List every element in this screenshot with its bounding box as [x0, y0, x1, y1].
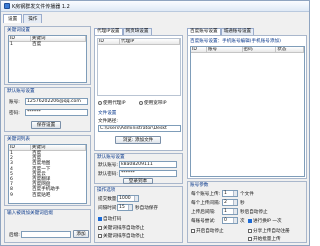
default-account-panel: 默认账号设置 默认账号: k8a08209111 默认密码: ****** 登录…	[94, 153, 183, 184]
tab-operation[interactable]: 操作	[23, 14, 43, 23]
proxy-tabs: 代理IP设置 网页缺设置	[94, 28, 152, 35]
batch-upload-checkbox[interactable]: 开始批量上传	[248, 236, 281, 242]
auto-register-checkbox[interactable]: 分享上传自动注册	[248, 228, 290, 234]
tab-settings[interactable]: 设置	[3, 14, 23, 23]
list-item[interactable]: 9 百度贴吧	[9, 193, 86, 198]
use-proxy-radio[interactable]: 使用代理IP	[98, 100, 126, 106]
keyword-panel-title: 关键词设置	[6, 27, 31, 34]
retries-unit: 次	[240, 219, 245, 224]
account-input[interactable]: 12576202206@qq.com	[25, 98, 88, 105]
switch-ip-checkbox[interactable]: 进行换IP 一次	[248, 218, 282, 224]
tab-web-settings[interactable]: 网页缺设置	[122, 28, 152, 35]
account-list-panel: 百度账号设置：手机账号编辑(手机账号添加) ID 账号 密码 状态	[187, 35, 307, 179]
default-account-title: 默认账号设置	[96, 154, 126, 161]
default-account-label: 默认账号:	[98, 163, 118, 168]
stop-option-1-checkbox[interactable]: 关键词排序自动停止	[98, 225, 144, 231]
upload-rate-stepper[interactable]: 1	[222, 208, 238, 215]
tab-baidu-account[interactable]: 百度账号设置	[187, 28, 221, 35]
upload-rate-label: 上传后间隔:	[191, 210, 216, 215]
login-button[interactable]: 登录到本	[123, 178, 153, 184]
proxy-list-header: ID 代理IP	[98, 39, 180, 45]
use-web-ip-radio[interactable]: 使用宽带IP	[139, 100, 167, 106]
file-path-label: 文件路径:	[98, 119, 118, 124]
keyword-list-title: 关键词列表	[6, 136, 31, 143]
password-label: 密码:	[9, 111, 20, 116]
account-list-subtitle: 百度账号设置：手机账号编辑(手机账号添加)	[190, 39, 281, 44]
browse-button[interactable]: 浏览: 添加文件	[115, 136, 161, 144]
account-params-panel: 账号参数 每个账号上传: 1 个文件 每个上传间隔: 2 秒 上传后间隔: 1 …	[187, 181, 307, 243]
account-label: 账号:	[9, 100, 20, 105]
retries-stepper[interactable]: 0	[222, 217, 238, 224]
operation-title: 操作选项	[96, 187, 117, 194]
every-upload-unit: 个文件	[240, 192, 254, 197]
default-account-input[interactable]: k8a08209111	[119, 161, 177, 168]
col-id[interactable]: ID	[9, 36, 31, 41]
save-settings-button[interactable]: 保存设置	[31, 121, 61, 129]
stop-option-2-checkbox[interactable]: 关键词排序自动停止	[98, 233, 144, 239]
file-settings-title: 文件设置	[98, 111, 117, 116]
account-params-title: 账号参数	[189, 182, 210, 189]
suffix-panel-title: 输入被调加关键词后缀	[6, 210, 54, 217]
tab-proxy-ip[interactable]: 代理IP设置	[94, 28, 123, 35]
password-input[interactable]: ******	[25, 109, 88, 116]
file-path-input[interactable]: C:\Users\Administrator\Deskt	[98, 125, 181, 132]
upload-gap-unit: 秒	[240, 201, 245, 206]
account-list[interactable]: ID 账号 密码 状态	[190, 46, 305, 177]
account-tabs: 百度账号设置 城通账号设置	[187, 28, 255, 35]
keyword-listview[interactable]: ID 关键词 1 百度	[8, 35, 87, 83]
account-panel-title: 默认账号设置	[6, 88, 36, 95]
account-panel: 默认账号设置 账号: 12576202206@qq.com 密码: ******…	[4, 87, 91, 132]
default-password-label: 默认密码:	[98, 172, 118, 177]
main-window: K房钢群发文件传播器 1.2 设置 操作 关键词设置 ID 关键词 1 百度 默…	[0, 0, 310, 246]
title-bar: K房钢群发文件传播器 1.2	[1, 1, 309, 12]
window-title: K房钢群发文件传播器 1.2	[12, 3, 70, 10]
col-id[interactable]: ID	[191, 47, 207, 52]
every-upload-stepper[interactable]: 1	[222, 190, 238, 197]
tab-ctfile-account[interactable]: 城通账号设置	[220, 28, 255, 35]
main-tabs: 设置 操作	[3, 14, 43, 23]
count-stepper[interactable]: 1000	[117, 195, 139, 202]
col-keyword[interactable]: 关键词	[31, 36, 86, 41]
col-id[interactable]: ID	[9, 145, 31, 150]
auto-stop-checkbox[interactable]: 开启自动停止	[191, 228, 224, 234]
keyword-list-panel: 关键词列表 ID 关键词 1 百度 2 百度 3 百度地图 4 百度一下 5 百度云 6百…	[4, 135, 91, 206]
col-status[interactable]: 状态	[276, 47, 304, 52]
account-list-header: ID 账号 密码 状态	[191, 47, 304, 53]
col-password[interactable]: 密码	[243, 47, 277, 52]
keyword-panel: 关键词设置 ID 关键词 1 百度	[4, 26, 91, 85]
default-password-input[interactable]: ******	[119, 170, 177, 177]
proxy-list[interactable]: ID 代理IP	[97, 38, 181, 96]
suffix-input[interactable]	[21, 231, 71, 238]
upload-gap-stepper[interactable]: 2	[222, 199, 238, 206]
col-account[interactable]: 账号	[207, 47, 243, 52]
suffix-panel: 输入被调加关键词后缀 后缀: 添加	[4, 209, 91, 243]
keyword-list[interactable]: ID 关键词 1 百度 2 百度 3 百度地图 4 百度一下 5 百度云 6 百度翻译 7百…	[8, 144, 87, 204]
interval-stepper[interactable]: 15	[117, 204, 133, 211]
interval-label: 间隔时间:	[98, 206, 118, 211]
list-item[interactable]: 1 百度	[9, 42, 86, 47]
every-upload-label: 每个账号上传:	[191, 192, 221, 197]
app-icon	[4, 3, 10, 9]
upload-rate-unit: 秒后自动停止	[240, 210, 268, 215]
count-label: 提交数量:	[98, 197, 118, 202]
proxy-panel: ID 代理IP 使用代理IP 使用宽带IP 文件设置 文件路径: C:\User…	[94, 35, 183, 151]
suffix-label: 后缀:	[9, 233, 20, 238]
operation-panel: 操作选项 提交数量: 1000 间隔时间: 15 秒自动保存 自动打码 关键词排…	[94, 186, 183, 243]
col-proxy-ip[interactable]: 代理IP	[120, 39, 180, 44]
auto-captcha-checkbox[interactable]: 自动打码	[98, 216, 121, 222]
interval-unit: 秒自动保存	[135, 206, 158, 211]
upload-gap-label: 每个上传间隔:	[191, 201, 221, 206]
col-keyword[interactable]: 关键词	[31, 145, 86, 150]
retries-label: 每账号尝试:	[191, 219, 216, 224]
add-suffix-button[interactable]: 添加	[73, 230, 89, 238]
col-id[interactable]: ID	[98, 39, 120, 44]
